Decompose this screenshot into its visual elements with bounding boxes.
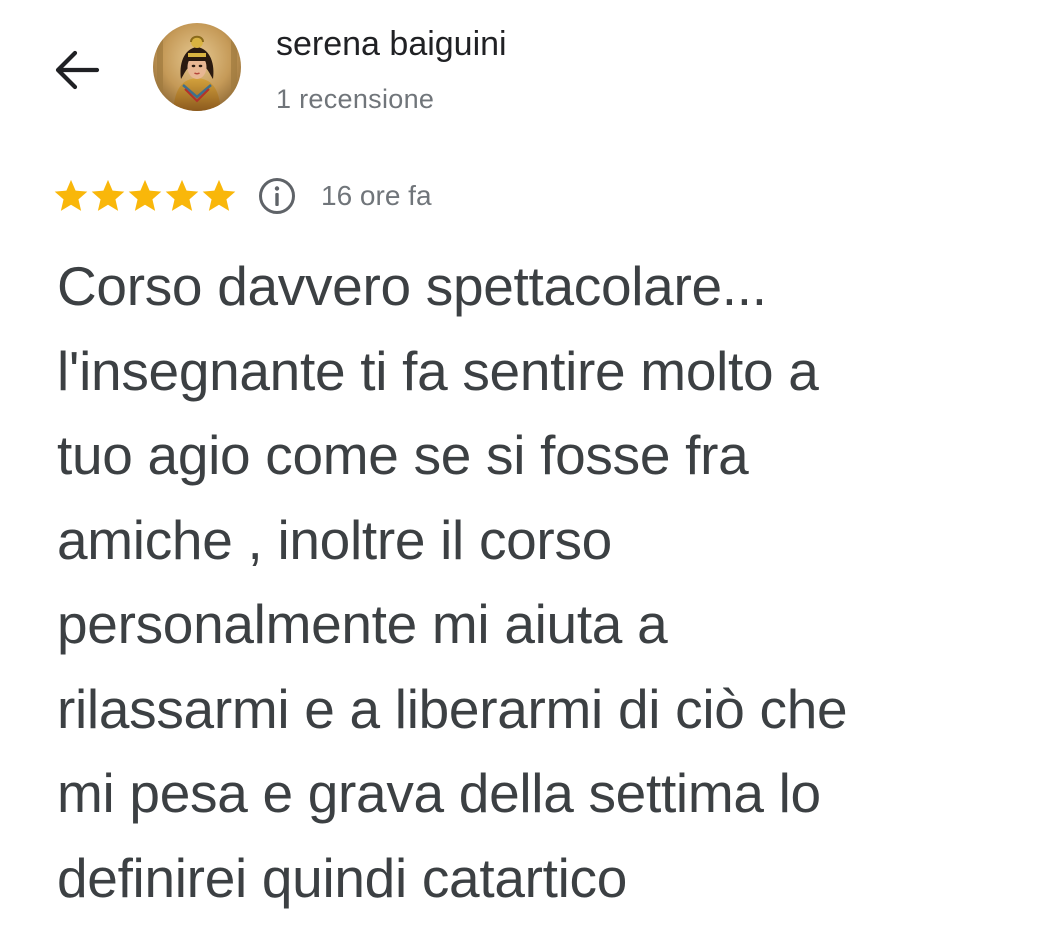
arrow-left-icon xyxy=(55,50,100,90)
review-text-line: amiche , inoltre il corso xyxy=(57,508,612,571)
review-count: 1 recensione xyxy=(276,84,435,114)
review-meta: 16 ore fa xyxy=(52,170,432,222)
review-text-line: mi pesa e grava della settima lo xyxy=(57,762,821,824)
profile-photo-icon xyxy=(153,23,241,111)
avatar[interactable] xyxy=(153,23,241,111)
star-icon xyxy=(54,179,88,211)
info-button[interactable] xyxy=(257,176,297,216)
review-text-line: definirei quindi catartico xyxy=(57,846,628,909)
review-text-line: personalmente mi aiuta a xyxy=(57,593,668,655)
star-rating xyxy=(52,177,237,215)
review-text-line: rilassarmi e a liberarmi di ciò che xyxy=(57,677,848,740)
review-text: Corso davvero spettacolare... l'insegnant… xyxy=(57,244,1032,920)
star-icon xyxy=(202,179,236,211)
info-icon xyxy=(259,178,295,214)
review-text-line: tuo agio come se si fosse fra xyxy=(57,424,749,486)
review-text-line: Corso davvero spettacolare... xyxy=(57,255,767,317)
review-time: 16 ore fa xyxy=(321,180,432,211)
star-icon xyxy=(165,179,199,211)
back-button[interactable] xyxy=(44,40,108,100)
star-icon xyxy=(91,179,125,211)
star-icon xyxy=(128,179,162,211)
reviewer-name[interactable]: serena baiguini xyxy=(276,22,507,66)
review-text-line: l'insegnante ti fa sentire molto a xyxy=(57,339,819,402)
